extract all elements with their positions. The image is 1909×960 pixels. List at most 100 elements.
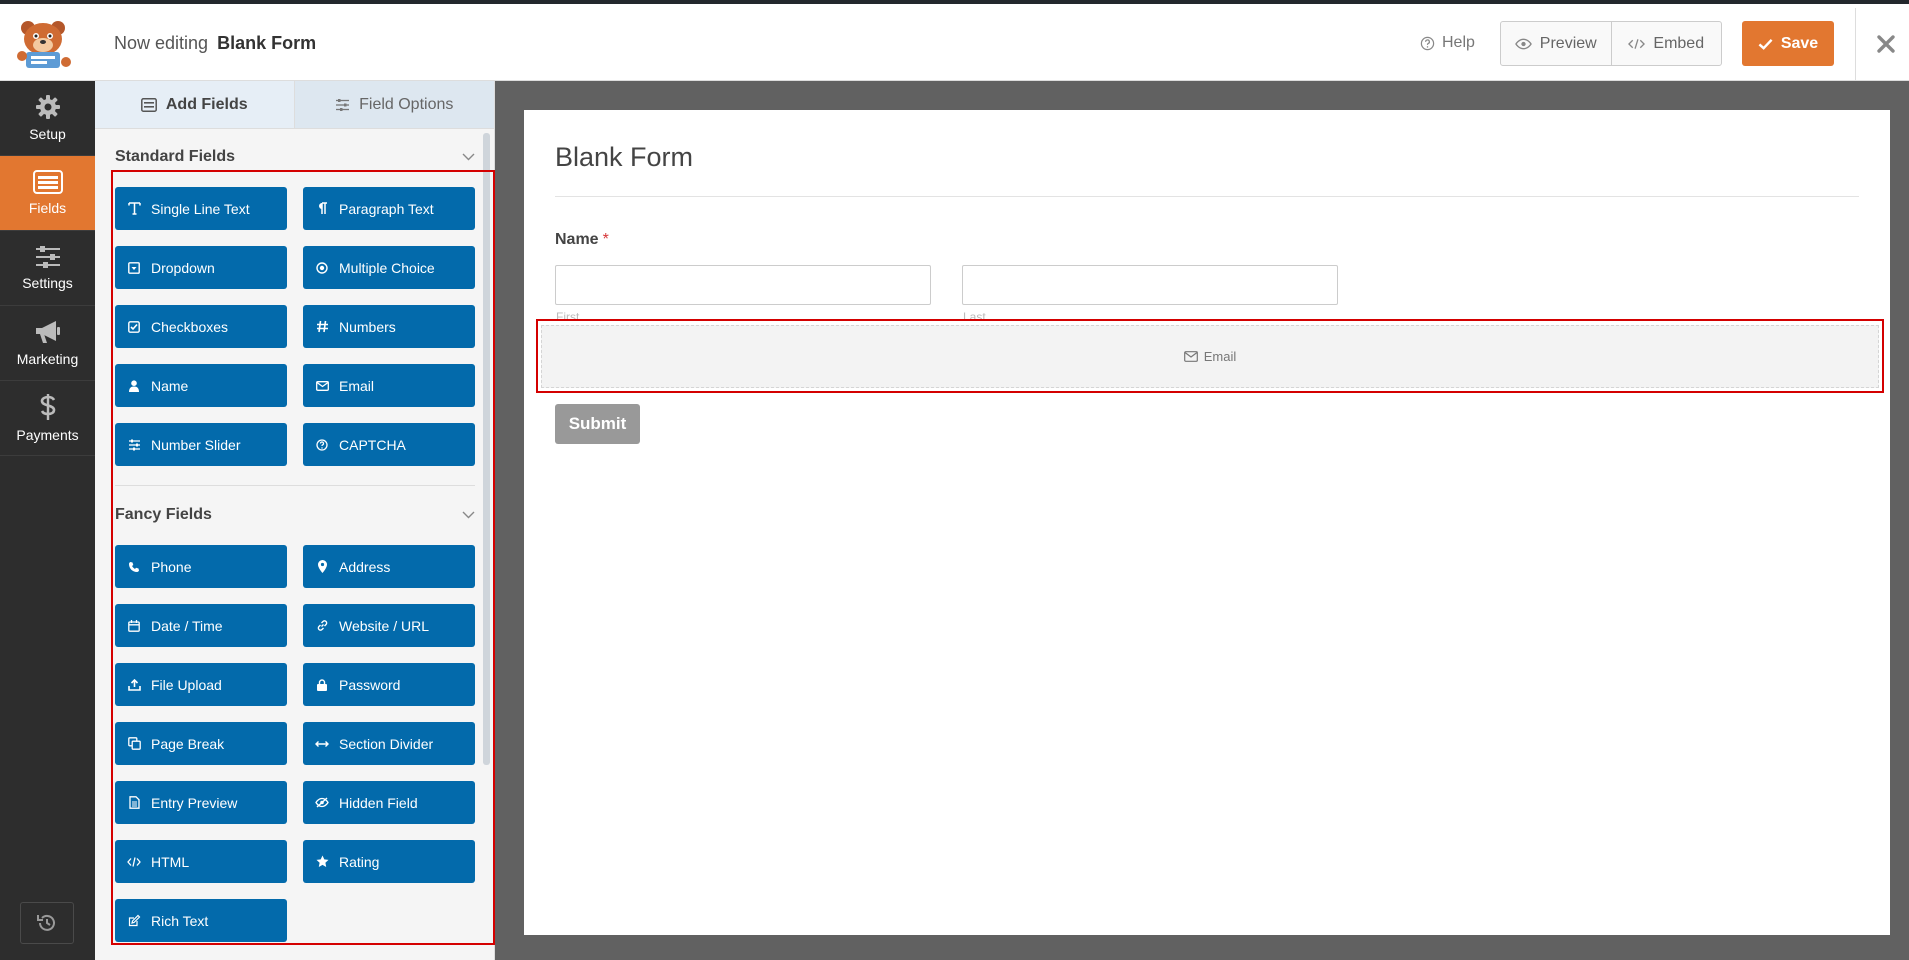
- dollar-icon: [40, 394, 55, 420]
- star-icon: [315, 855, 329, 869]
- file-icon: [127, 796, 141, 810]
- field-button-page-break[interactable]: Page Break: [115, 722, 287, 765]
- help-button[interactable]: Help: [1420, 34, 1475, 52]
- last-sublabel: Last: [963, 310, 986, 324]
- field-button-website-url[interactable]: Website / URL: [303, 604, 475, 647]
- checkbox-icon: [127, 320, 141, 334]
- close-icon: [1877, 35, 1895, 53]
- upload-icon: [127, 678, 141, 692]
- field-label: Paragraph Text: [339, 200, 434, 217]
- field-button-hidden-field[interactable]: Hidden Field: [303, 781, 475, 824]
- editing-title: Now editing Blank Form: [114, 33, 316, 54]
- embed-label: Embed: [1653, 34, 1705, 52]
- email-field-placeholder[interactable]: Email: [541, 325, 1879, 388]
- field-button-date-time[interactable]: Date / Time: [115, 604, 287, 647]
- field-button-section-divider[interactable]: Section Divider: [303, 722, 475, 765]
- section-separator: [115, 485, 475, 486]
- tab-field-options[interactable]: Field Options: [294, 81, 494, 128]
- sliders-icon: [35, 246, 60, 268]
- close-builder-button[interactable]: [1876, 34, 1896, 54]
- field-label: Dropdown: [151, 259, 215, 276]
- editing-prefix: Now editing: [114, 33, 209, 53]
- field-button-phone[interactable]: Phone: [115, 545, 287, 588]
- first-sublabel: First: [556, 310, 580, 324]
- field-button-rating[interactable]: Rating: [303, 840, 475, 883]
- field-button-rich-text[interactable]: Rich Text: [115, 899, 287, 942]
- preview-label: Preview: [1539, 34, 1597, 52]
- field-label: Page Break: [151, 735, 225, 752]
- field-label: HTML: [151, 853, 190, 870]
- field-button-file-upload[interactable]: File Upload: [115, 663, 287, 706]
- chevron-down-icon: [462, 153, 475, 161]
- field-button-password[interactable]: Password: [303, 663, 475, 706]
- sidebar-label-payments: Payments: [16, 427, 79, 443]
- text-icon: [127, 202, 141, 216]
- field-label: Email: [339, 377, 375, 394]
- field-button-address[interactable]: Address: [303, 545, 475, 588]
- field-button-numbers[interactable]: Numbers: [303, 305, 475, 348]
- field-label: Single Line Text: [151, 200, 250, 217]
- revisions-history-button[interactable]: [20, 902, 74, 944]
- sidebar-item-settings[interactable]: Settings: [0, 231, 95, 306]
- embed-button[interactable]: Embed: [1610, 22, 1722, 65]
- field-label: Password: [339, 676, 401, 693]
- field-button-single-line-text[interactable]: Single Line Text: [115, 187, 287, 230]
- calendar-icon: [127, 619, 141, 633]
- tab-field-options-label: Field Options: [359, 95, 454, 113]
- preview-button[interactable]: Preview: [1501, 22, 1611, 65]
- map-pin-icon: [315, 560, 329, 574]
- field-label: Multiple Choice: [339, 259, 435, 276]
- field-button-multiple-choice[interactable]: Multiple Choice: [303, 246, 475, 289]
- field-button-entry-preview[interactable]: Entry Preview: [115, 781, 287, 824]
- sidebar-item-marketing[interactable]: Marketing: [0, 306, 95, 381]
- sidebar-item-payments[interactable]: Payments: [0, 381, 95, 456]
- field-button-checkboxes[interactable]: Checkboxes: [115, 305, 287, 348]
- save-button[interactable]: Save: [1742, 21, 1834, 66]
- field-button-name[interactable]: Name: [115, 364, 287, 407]
- field-button-captcha[interactable]: CAPTCHA: [303, 423, 475, 466]
- required-mark: *: [602, 231, 609, 248]
- fancy-fields-header[interactable]: Fancy Fields: [115, 506, 475, 524]
- field-button-number-slider[interactable]: Number Slider: [115, 423, 287, 466]
- question-circle-icon: [1420, 36, 1435, 50]
- history-icon: [37, 914, 55, 931]
- code-icon: [127, 855, 141, 869]
- field-button-dropdown[interactable]: Dropdown: [115, 246, 287, 289]
- field-label: Name: [151, 377, 189, 394]
- standard-fields-header[interactable]: Standard Fields: [115, 148, 475, 166]
- wpforms-bear-logo: [14, 18, 76, 70]
- field-label: Phone: [151, 558, 192, 575]
- radio-icon: [315, 261, 329, 275]
- sidebar-item-setup[interactable]: Setup: [0, 81, 95, 156]
- field-button-paragraph-text[interactable]: Paragraph Text: [303, 187, 475, 230]
- panel-scrollbar[interactable]: [483, 133, 490, 765]
- tab-add-fields[interactable]: Add Fields: [95, 81, 295, 128]
- link-icon: [315, 619, 329, 633]
- code-icon: [1628, 38, 1646, 49]
- phone-icon: [127, 560, 141, 574]
- user-icon: [127, 379, 141, 393]
- builder-sidebar: Setup Fields Settings Marketing Payments: [0, 81, 95, 960]
- envelope-icon: [1183, 351, 1198, 362]
- chevron-down-icon: [462, 511, 475, 519]
- sidebar-item-fields[interactable]: Fields: [0, 156, 95, 231]
- sidebar-label-fields: Fields: [28, 200, 67, 216]
- sidebar-label-marketing: Marketing: [16, 351, 79, 367]
- name-first-input[interactable]: [555, 265, 931, 305]
- field-button-html[interactable]: HTML: [115, 840, 287, 883]
- name-last-input[interactable]: [962, 265, 1338, 305]
- form-title: Blank Form: [555, 142, 694, 172]
- help-label: Help: [1442, 34, 1475, 51]
- edit-icon: [127, 914, 141, 928]
- name-field-label[interactable]: Name *: [555, 231, 609, 249]
- standard-fields-title: Standard Fields: [115, 148, 236, 165]
- field-label: Section Divider: [339, 735, 434, 752]
- tab-add-fields-label: Add Fields: [165, 95, 248, 113]
- arrows-h-icon: [315, 737, 329, 751]
- email-placeholder-label: Email: [1203, 349, 1237, 364]
- eye-slash-icon: [315, 796, 329, 810]
- form-preview: [524, 110, 1890, 935]
- submit-button[interactable]: Submit: [555, 404, 640, 444]
- field-button-email[interactable]: Email: [303, 364, 475, 407]
- field-label: Numbers: [339, 318, 396, 335]
